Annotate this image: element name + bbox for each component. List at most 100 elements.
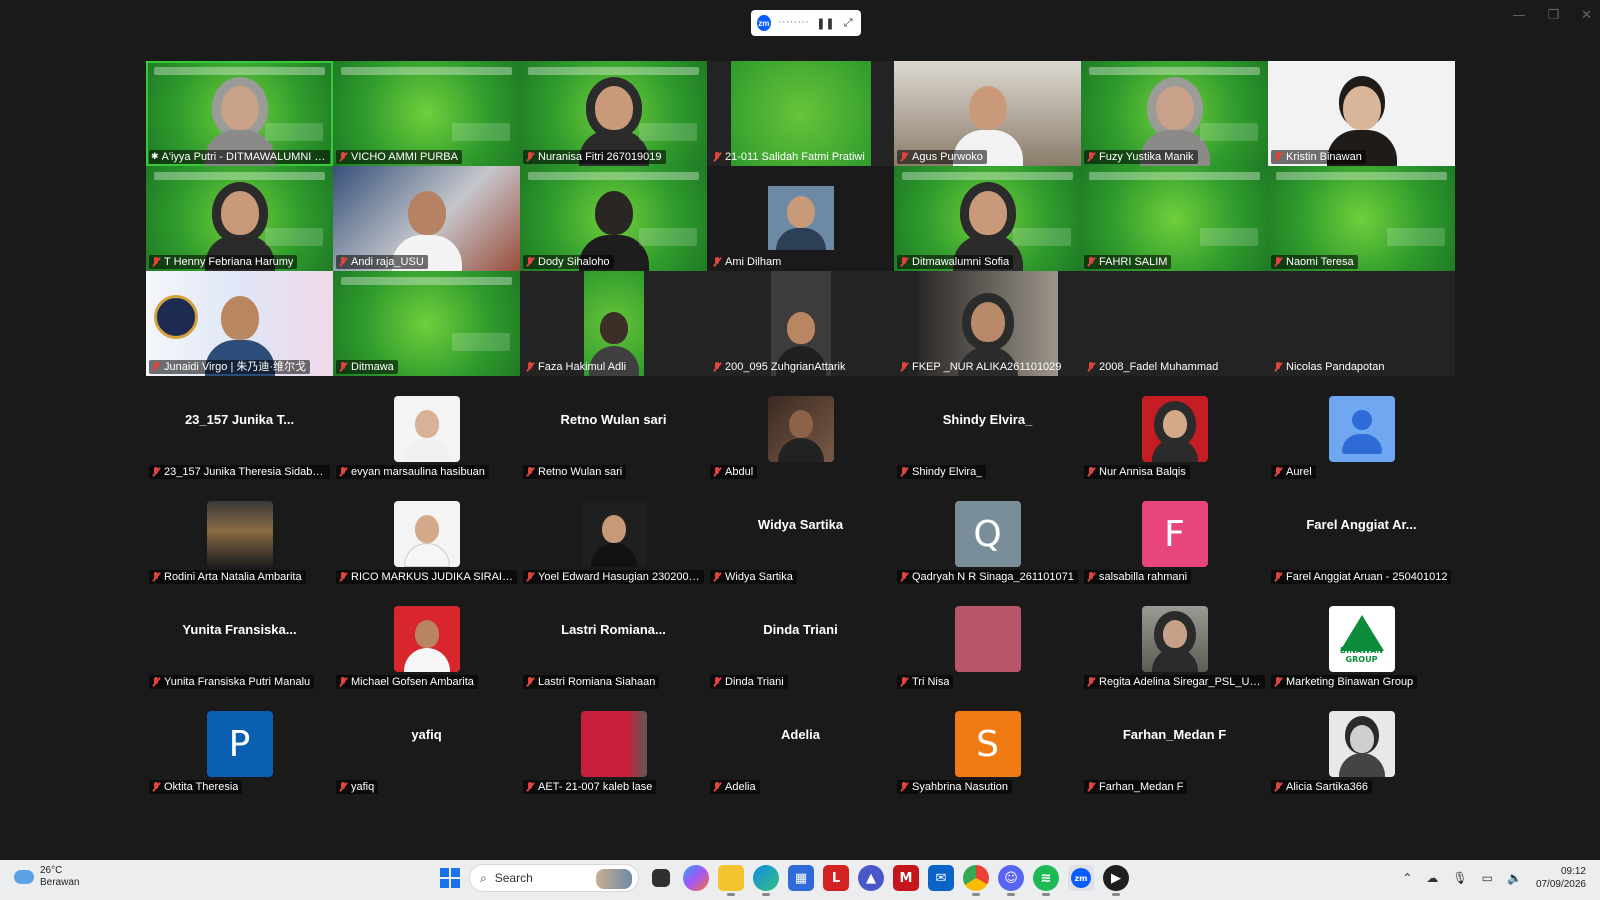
participant-video: [767, 186, 834, 250]
minimize-icon[interactable]: —: [1512, 8, 1525, 23]
avatar-tile[interactable]: S Syahbrina Nasution: [894, 691, 1081, 796]
participant-label: Fuzy Yustika Manik: [1084, 150, 1198, 164]
mic-muted-icon: [899, 676, 909, 688]
taskbar-search[interactable]: ⌕ Search: [469, 864, 639, 892]
avatar-tile[interactable]: Q Qadryah N R Sinaga_261101071: [894, 481, 1081, 586]
participant-display-name: Widya Sartika: [757, 517, 844, 532]
avatar-tile[interactable]: Aurel: [1268, 376, 1455, 481]
expand-icon[interactable]: ⤢: [841, 15, 855, 31]
drag-handle[interactable]: ········: [779, 18, 810, 28]
task-view-icon[interactable]: [652, 869, 670, 887]
video-tile[interactable]: FAHRI SALIM: [1081, 166, 1268, 271]
video-tile[interactable]: Ditmawalumni Sofia: [894, 166, 1081, 271]
profile-photo: [580, 501, 647, 567]
file-explorer-icon[interactable]: [718, 865, 744, 896]
avatar-tile[interactable]: Retno Wulan sari Retno Wulan sari: [520, 376, 707, 481]
cloud-off-icon[interactable]: ☁: [1426, 871, 1438, 885]
video-tile[interactable]: Ami Dilham: [707, 166, 894, 271]
floating-meeting-control[interactable]: zm ········ ❚❚ ⤢: [751, 10, 861, 36]
microphone-icon[interactable]: 🎙: [1452, 871, 1467, 885]
video-tile[interactable]: Dody Sihaloho: [520, 166, 707, 271]
copilot-icon[interactable]: [683, 865, 709, 891]
video-tile[interactable]: Fuzy Yustika Manik: [1081, 61, 1268, 166]
avatar-tile[interactable]: Lastri Romiana... Lastri Romiana Siahaan: [520, 586, 707, 691]
video-tile[interactable]: 21-011 Salidah Fatmi Pratiwi: [707, 61, 894, 166]
avatar-tile[interactable]: F salsabilla rahmani: [1081, 481, 1268, 586]
avatar-tile[interactable]: Alicia Sartika366: [1268, 691, 1455, 796]
mic-muted-icon: [712, 466, 722, 478]
outlook-icon[interactable]: ✉: [928, 865, 954, 891]
video-tile[interactable]: FKEP _NUR ALIKA261101029: [894, 271, 1081, 376]
video-tile[interactable]: Agus Purwoko: [894, 61, 1081, 166]
video-tile[interactable]: Ditmawa: [333, 271, 520, 376]
participant-label: Ditmawa: [336, 360, 398, 374]
discord-icon[interactable]: ☺: [998, 865, 1024, 896]
weather-widget[interactable]: 26°C Berawan: [10, 864, 79, 889]
avatar-tile[interactable]: evyan marsaulina hasibuan: [333, 376, 520, 481]
mic-muted-icon: [1273, 151, 1283, 163]
start-icon[interactable]: [440, 868, 460, 888]
participant-label: Kristin Binawan: [1271, 150, 1366, 164]
video-tile[interactable]: VICHO AMMI PURBA: [333, 61, 520, 166]
video-tile[interactable]: Nuranisa Fitri 267019019: [520, 61, 707, 166]
avatar-tile[interactable]: RICO MARKUS JUDIKA SIRAIT 23...: [333, 481, 520, 586]
video-tile[interactable]: 2008_Fadel Muhammad: [1081, 271, 1268, 376]
restore-icon[interactable]: ❐: [1547, 8, 1559, 23]
video-tile[interactable]: Andi raja_USU: [333, 166, 520, 271]
chrome-icon[interactable]: [963, 865, 989, 896]
zoom-app-icon: zm: [757, 15, 771, 31]
avatar-tile[interactable]: Shindy Elvira_ Shindy Elvira_: [894, 376, 1081, 481]
participant-display-name: Farhan_Medan F: [1122, 727, 1227, 742]
participant-label: FKEP _NUR ALIKA261101029: [897, 360, 1065, 374]
search-label: Search: [494, 871, 533, 885]
avatar-tile[interactable]: Yoel Edward Hasugian 230200277: [520, 481, 707, 586]
edge-icon[interactable]: [753, 865, 779, 896]
avatar-tile[interactable]: Dinda Triani Dinda Triani: [707, 586, 894, 691]
video-tile[interactable]: 200_095 ZuhgrianAttarik: [707, 271, 894, 376]
chevron-up-icon[interactable]: ⌃: [1402, 871, 1412, 885]
video-tile[interactable]: Kristin Binawan: [1268, 61, 1455, 166]
clock[interactable]: 09:12 07/09/2026: [1536, 865, 1586, 891]
spotify-icon[interactable]: ≋: [1033, 865, 1059, 896]
initial-avatar: F: [1141, 501, 1208, 567]
avatar-tile[interactable]: Yunita Fransiska... Yunita Fransiska Put…: [146, 586, 333, 691]
pause-icon[interactable]: ❚❚: [816, 15, 834, 31]
video-tile[interactable]: Junaidi Virgo | 朱乃迪·维尔戈: [146, 271, 333, 376]
store-icon[interactable]: ▦: [788, 865, 814, 891]
avatar-tile[interactable]: Farhan_Medan F Farhan_Medan F: [1081, 691, 1268, 796]
close-icon[interactable]: ✕: [1581, 8, 1592, 23]
media-player-icon[interactable]: ▶: [1103, 865, 1129, 896]
avatar-tile[interactable]: yafiq yafiq: [333, 691, 520, 796]
logo-text: BINAWAN GROUP: [1340, 646, 1383, 664]
mcafee-icon[interactable]: M: [893, 865, 919, 891]
video-tile[interactable]: ✱ A'iyya Putri - DITMAWALUMNI U...: [146, 61, 333, 166]
avatar-tile[interactable]: Regita Adelina Siregar_PSL_USU: [1081, 586, 1268, 691]
participant-label: Ditmawalumni Sofia: [897, 255, 1014, 269]
avatar-tile[interactable]: 23_157 Junika T... 23_157 Junika Theresi…: [146, 376, 333, 481]
avatar-tile[interactable]: Adelia Adelia: [707, 691, 894, 796]
video-tile[interactable]: Faza Hakimul Adli: [520, 271, 707, 376]
zoom-taskbar-icon[interactable]: zm: [1068, 865, 1094, 891]
avatar-tile[interactable]: Michael Gofsen Ambarita: [333, 586, 520, 691]
avatar-tile[interactable]: Farel Anggiat Ar... Farel Anggiat Aruan …: [1268, 481, 1455, 586]
avatar-tile[interactable]: Abdul: [707, 376, 894, 481]
mic-muted-icon: [525, 676, 535, 688]
vpn-icon[interactable]: ▲: [858, 865, 884, 891]
mic-muted-icon: [338, 781, 348, 793]
mic-muted-icon: [1086, 781, 1096, 793]
participant-label: Syahbrina Nasution: [897, 780, 1013, 794]
avatar-tile[interactable]: AET- 21-007 kaleb lase: [520, 691, 707, 796]
video-tile[interactable]: Naomi Teresa: [1268, 166, 1455, 271]
avatar-tile[interactable]: Tri Nisa: [894, 586, 1081, 691]
avatar-tile[interactable]: P Oktita Theresia: [146, 691, 333, 796]
avatar-tile[interactable]: BINAWAN GROUP Marketing Binawan Group: [1268, 586, 1455, 691]
avatar-tile[interactable]: Nur Annisa Balqis: [1081, 376, 1268, 481]
l-app-icon[interactable]: L: [823, 865, 849, 891]
video-tile[interactable]: Nicolas Pandapotan: [1268, 271, 1455, 376]
volume-icon[interactable]: 🔈: [1507, 871, 1522, 885]
video-tile[interactable]: T Henny Febriana Harumy: [146, 166, 333, 271]
network-icon[interactable]: ▭: [1482, 871, 1493, 885]
avatar-tile[interactable]: Rodini Arta Natalia Ambarita: [146, 481, 333, 586]
avatar-tile[interactable]: Widya Sartika Widya Sartika: [707, 481, 894, 586]
participant-label: Naomi Teresa: [1271, 255, 1358, 269]
